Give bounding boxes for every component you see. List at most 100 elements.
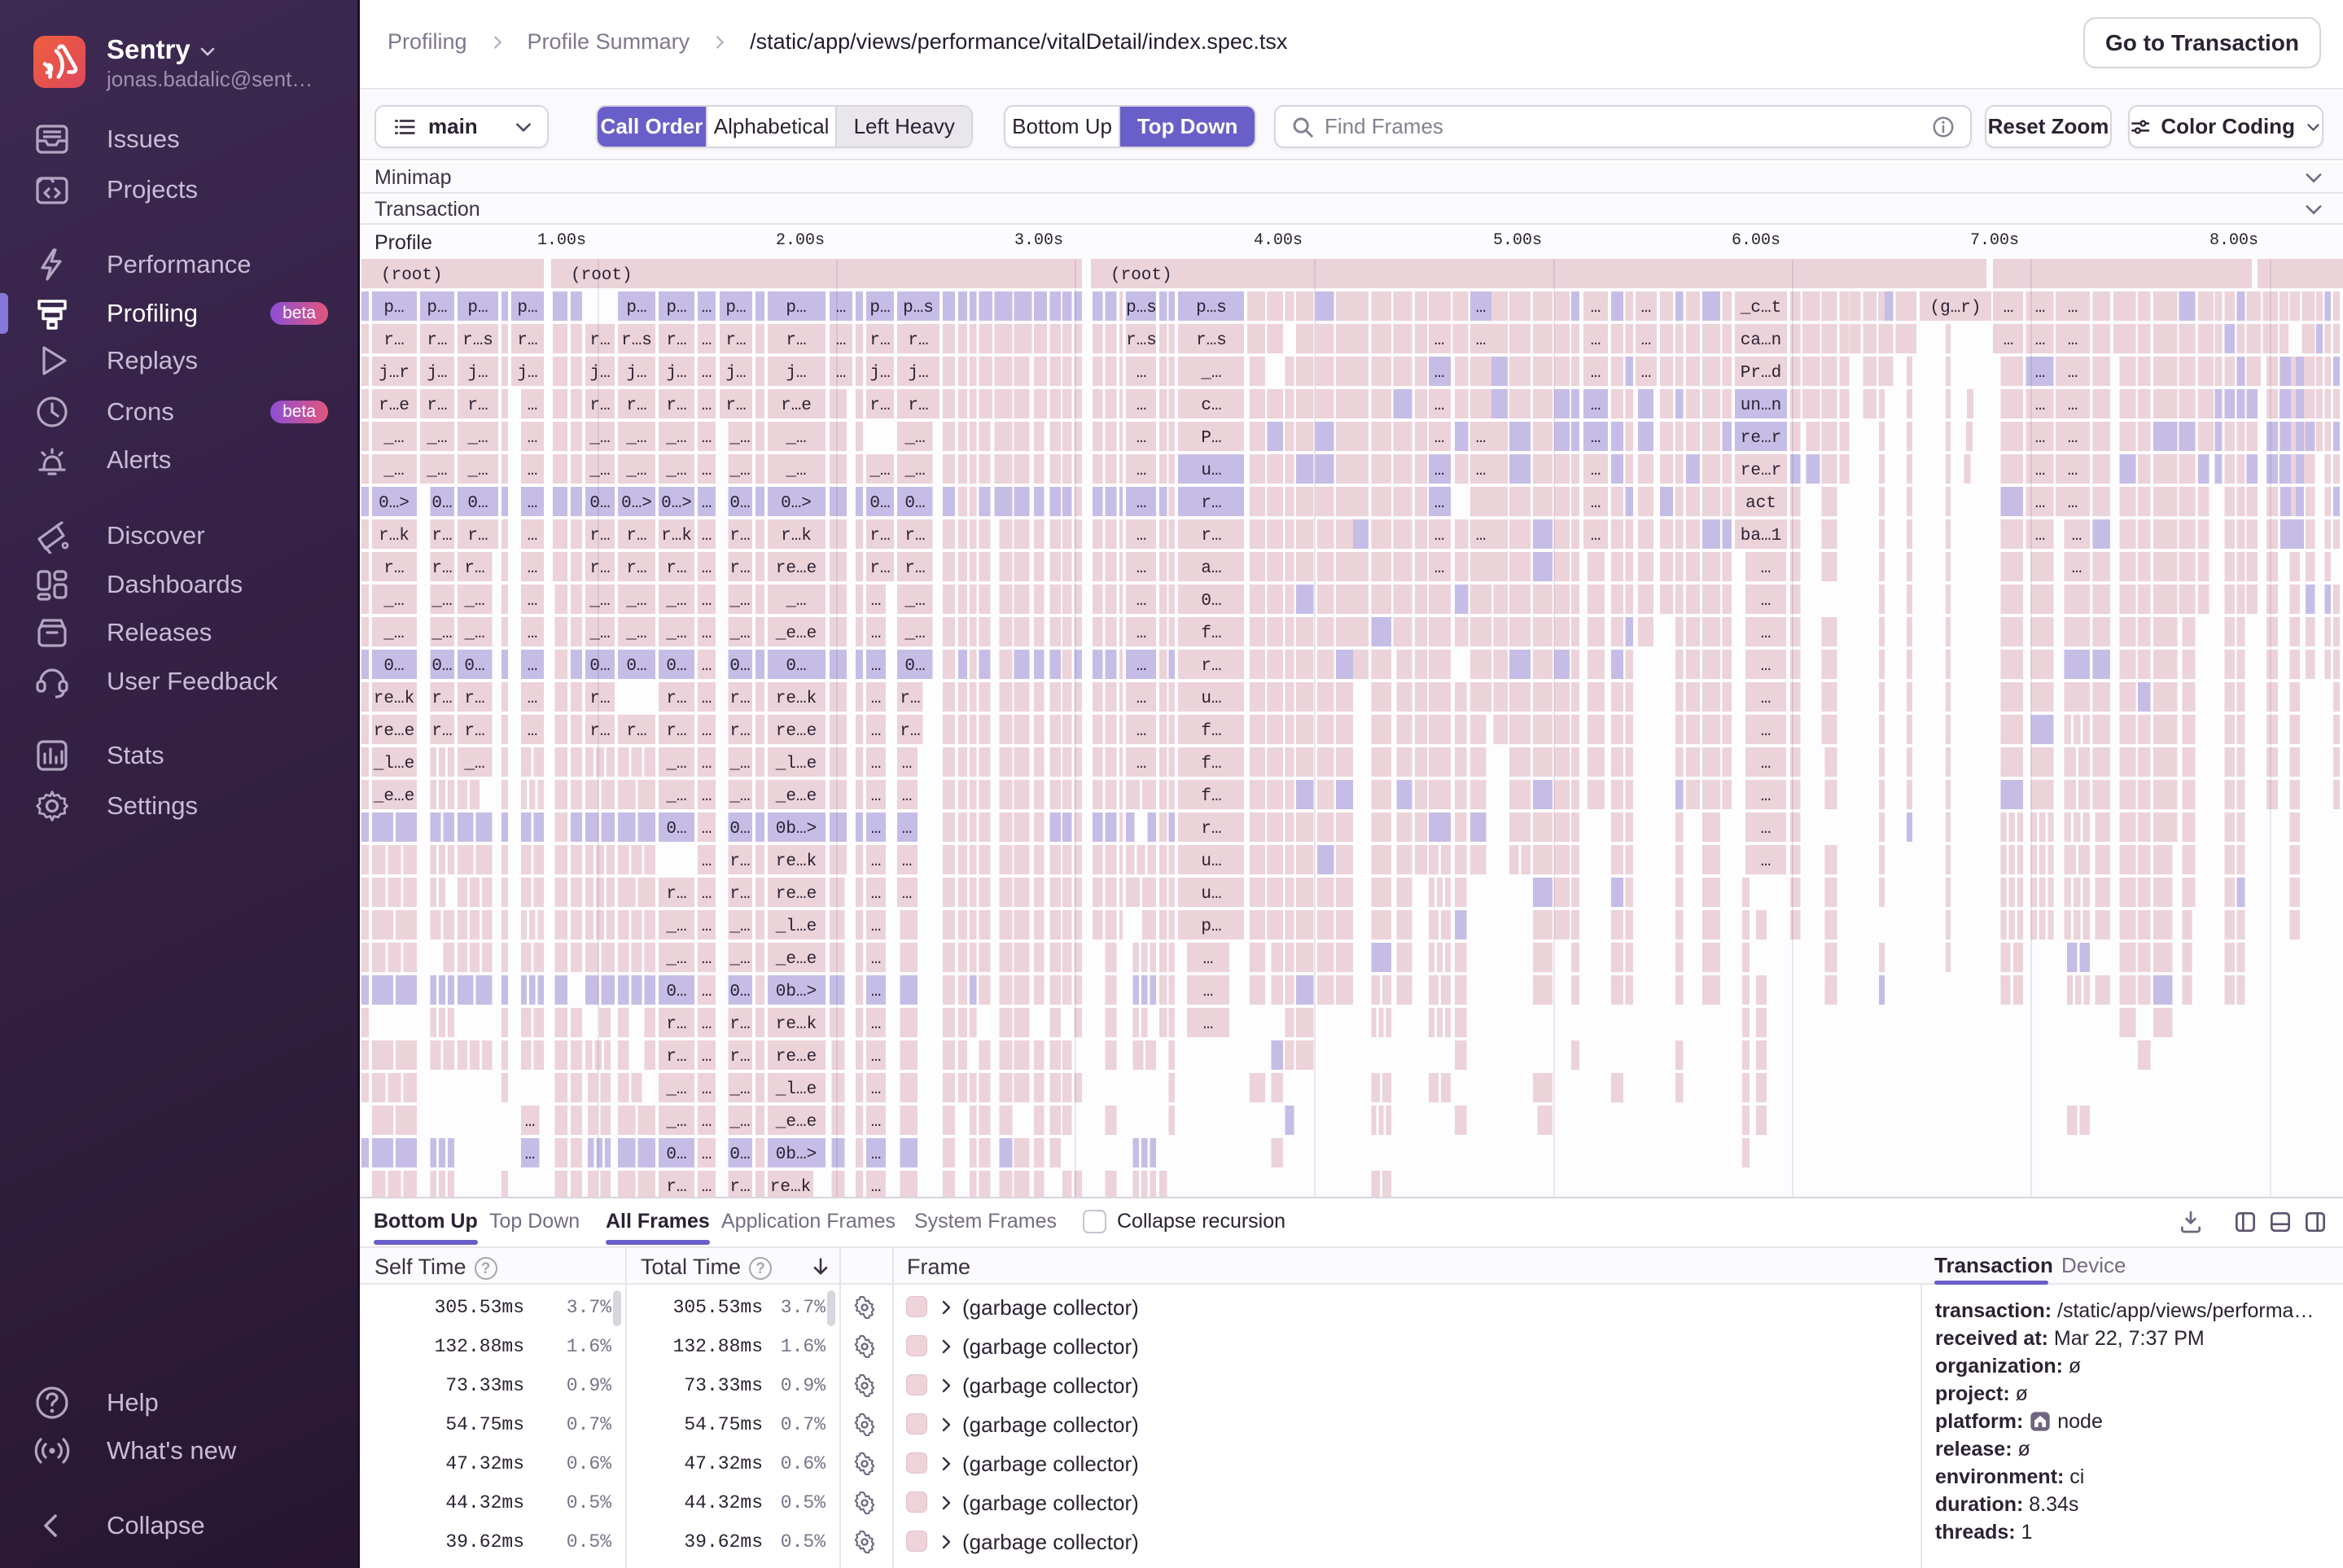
svg-text:r…: r… [869, 331, 890, 350]
svg-text:_e…e: _e…e [775, 1113, 817, 1132]
svg-text:…: … [702, 722, 712, 741]
svg-text:…: … [702, 983, 712, 1001]
svg-text:_…: _… [431, 592, 452, 611]
svg-text:…: … [2068, 331, 2078, 350]
svg-text:0…: 0… [589, 657, 610, 676]
svg-text:…: … [902, 787, 913, 806]
svg-text:…: … [1761, 624, 1771, 643]
svg-text:…: … [1591, 299, 1601, 318]
svg-text:…: … [1136, 755, 1147, 773]
svg-text:…: … [1476, 299, 1487, 318]
svg-text:…: … [871, 624, 882, 643]
svg-text:_…: _… [729, 592, 750, 611]
svg-text:_…: _… [729, 950, 750, 969]
svg-text:r…: r… [626, 559, 646, 578]
svg-text:…: … [871, 1015, 882, 1034]
svg-text:r…: r… [589, 722, 610, 741]
svg-text:…: … [702, 852, 712, 871]
svg-text:…: … [702, 462, 712, 480]
svg-text:r…: r… [467, 396, 488, 415]
svg-text:…: … [1434, 364, 1445, 383]
svg-text:…: … [1591, 462, 1601, 480]
svg-text:r…k: r…k [781, 527, 812, 545]
svg-text:r…: r… [383, 559, 404, 578]
svg-text:…: … [528, 624, 538, 643]
svg-text:_l…e: _l…e [373, 755, 414, 773]
svg-text:r…: r… [1201, 820, 1221, 839]
svg-text:…: … [871, 657, 882, 676]
svg-text:r…: r… [467, 527, 488, 545]
svg-text:r…: r… [1201, 494, 1221, 513]
svg-text:…: … [1761, 787, 1771, 806]
svg-text:…: … [836, 331, 847, 350]
svg-text:…: … [836, 364, 847, 383]
svg-text:…: … [1434, 494, 1445, 513]
svg-text:r…: r… [869, 527, 890, 545]
svg-text:…: … [528, 462, 538, 480]
svg-text:…: … [528, 396, 538, 415]
svg-text:r…: r… [869, 396, 890, 415]
svg-text:…: … [2035, 331, 2046, 350]
svg-text:_…: _… [665, 1113, 686, 1132]
svg-text:u…: u… [1201, 462, 1221, 480]
svg-text:r…: r… [427, 331, 447, 350]
svg-text:u…: u… [1201, 690, 1221, 708]
svg-text:…: … [871, 820, 882, 839]
svg-text:re…k: re…k [776, 852, 817, 871]
svg-text:_…: _… [431, 624, 452, 643]
svg-text:r…: r… [904, 527, 925, 545]
svg-text:…: … [1761, 755, 1771, 773]
svg-text:…: … [1476, 331, 1487, 350]
svg-text:…: … [871, 755, 882, 773]
svg-text:…: … [1591, 331, 1601, 350]
svg-text:…: … [702, 624, 712, 643]
svg-text:r…: r… [725, 396, 746, 415]
svg-text:(g…r): (g…r) [1929, 299, 1981, 318]
svg-text:…: … [702, 1048, 712, 1067]
svg-text:_…: _… [785, 592, 806, 611]
svg-text:0…: 0… [729, 983, 750, 1001]
svg-text:_…: _… [589, 462, 610, 480]
svg-text:_…: _… [383, 592, 404, 611]
svg-text:j…: j… [786, 364, 806, 383]
svg-text:…: … [1761, 657, 1771, 676]
svg-text:…: … [1591, 494, 1601, 513]
svg-text:r…s: r…s [1196, 331, 1227, 350]
svg-text:r…: r… [666, 1178, 686, 1197]
svg-text:_…: _… [729, 429, 750, 448]
svg-text:…: … [1136, 527, 1147, 545]
svg-text:…: … [1136, 722, 1147, 741]
svg-text:j…r: j…r [379, 364, 409, 383]
svg-text:_…: _… [665, 462, 686, 480]
svg-text:r…: r… [464, 690, 484, 708]
svg-text:…: … [1136, 364, 1147, 383]
svg-text:r…: r… [589, 396, 610, 415]
svg-text:(root): (root) [1110, 266, 1172, 285]
svg-text:j…: j… [725, 364, 746, 383]
svg-text:…: … [1641, 299, 1652, 318]
svg-text:…: … [2068, 396, 2078, 415]
svg-text:f…: f… [1201, 755, 1221, 773]
svg-text:_…: _… [625, 462, 646, 480]
svg-text:_…: _… [466, 462, 488, 480]
svg-text:j…: j… [589, 364, 610, 383]
svg-text:r…: r… [431, 690, 452, 708]
svg-text:…: … [1761, 559, 1771, 578]
svg-text:re…e: re…e [776, 885, 817, 904]
svg-text:…: … [1761, 852, 1771, 871]
svg-text:…: … [702, 1145, 712, 1164]
svg-text:…: … [871, 787, 882, 806]
svg-text:0…: 0… [626, 657, 646, 676]
svg-text:…: … [702, 494, 712, 513]
svg-text:…: … [1136, 429, 1147, 448]
svg-text:r…: r… [427, 396, 447, 415]
svg-text:r…: r… [589, 331, 610, 350]
svg-text:f…: f… [1201, 722, 1221, 741]
svg-text:j…: j… [517, 364, 537, 383]
svg-text:…: … [528, 527, 538, 545]
svg-text:…: … [702, 592, 712, 611]
svg-text:r…e: r…e [379, 396, 409, 415]
svg-text:r…: r… [464, 722, 484, 741]
svg-text:r…: r… [729, 527, 750, 545]
svg-text:0…: 0… [666, 1145, 686, 1164]
